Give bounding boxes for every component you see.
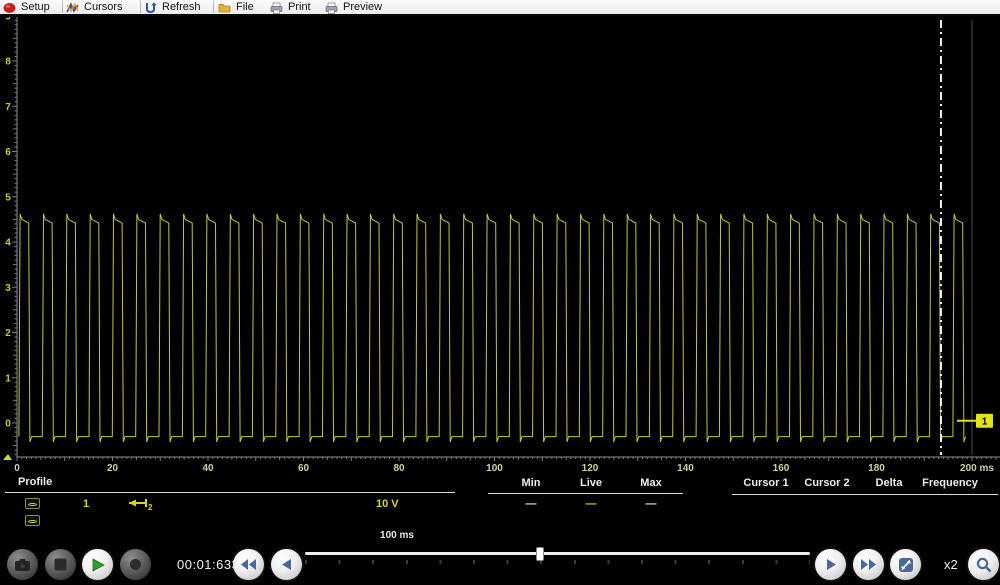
col-header-delta: Delta	[875, 477, 903, 489]
menu-item-cursors[interactable]: Cursors	[66, 0, 123, 14]
col-header-frequency: Frequency	[922, 477, 978, 489]
stop-button[interactable]	[45, 549, 76, 580]
scope-plot[interactable]: 0 1 2 3 4 5 6 7 8 9 0 20 40 60 80 100 120 140 160 180 200 ms…	[0, 17, 1000, 475]
y-tick-label: 4	[5, 238, 11, 249]
refresh-icon	[144, 1, 157, 14]
divider	[488, 493, 683, 494]
fast-forward-button[interactable]	[853, 549, 884, 580]
menu-label-preview: Preview	[343, 1, 383, 13]
col-header-cursor1: Cursor 1	[743, 477, 789, 489]
max-value: —	[645, 498, 657, 510]
menu-label-file: File	[236, 1, 254, 13]
timeline-thumb[interactable]	[535, 547, 544, 561]
camera-button[interactable]	[7, 549, 38, 580]
channel-1-visibility-icon[interactable]	[25, 498, 40, 509]
menu-item-preview[interactable]: Preview	[325, 0, 382, 14]
menu-item-setup[interactable]: Setup	[3, 0, 50, 14]
col-header-min: Min	[521, 477, 541, 489]
x-tick-label: 80	[393, 463, 405, 474]
y-tick-label: 7	[5, 102, 11, 113]
menu-item-file[interactable]: File	[218, 0, 254, 14]
y-tick-label: 2	[5, 328, 11, 339]
app-icon	[3, 1, 16, 13]
x-tick-label: 60	[298, 463, 310, 474]
col-header-cursor2: Cursor 2	[804, 477, 850, 489]
rewind-button[interactable]	[233, 549, 264, 580]
col-header-live: Live	[579, 477, 603, 489]
step-back-button[interactable]	[271, 549, 302, 580]
y-tick-label: 6	[5, 147, 11, 158]
timebase-label: 100 ms	[380, 530, 414, 541]
menu-label-refresh: Refresh	[162, 1, 201, 13]
x-tick-label: 0	[14, 463, 20, 474]
timeline-ticks	[305, 560, 810, 564]
channel-number: 1	[83, 498, 90, 510]
voltage-range: 10 V	[376, 498, 399, 510]
menu-separator	[62, 1, 63, 13]
y-tick-label: 3	[5, 283, 11, 294]
play-button[interactable]	[82, 549, 113, 580]
cursors-icon	[66, 1, 79, 13]
x-tick-label: 180	[868, 463, 885, 474]
expand-view-button[interactable]	[890, 549, 921, 580]
x-tick-label: 20	[107, 463, 119, 474]
y-tick-label: 8	[5, 57, 11, 68]
time-display: 00:01:633	[177, 557, 240, 572]
x-tick-label: 40	[202, 463, 214, 474]
magnifier-button[interactable]	[968, 549, 999, 580]
record-button[interactable]	[120, 549, 151, 580]
y-tick-label: 5	[5, 192, 11, 203]
y-tick-label: 9	[5, 17, 11, 22]
profile-header: Profile	[18, 476, 53, 488]
divider	[5, 492, 455, 493]
live-value: —	[585, 498, 597, 510]
x-tick-label: 200 ms	[960, 463, 994, 474]
timeline-slider[interactable]	[305, 552, 810, 555]
menu-separator	[213, 1, 214, 13]
min-value: —	[525, 498, 537, 510]
menu-item-print[interactable]: Print	[270, 0, 311, 14]
menu-item-refresh[interactable]: Refresh	[144, 0, 201, 14]
x-tick-label: 120	[582, 463, 599, 474]
zoom-factor-label: x2	[944, 557, 958, 572]
channel-2-visibility-icon[interactable]	[25, 515, 40, 526]
x-tick-label: 140	[677, 463, 694, 474]
svg-text:2: 2	[148, 503, 153, 511]
divider	[732, 494, 998, 495]
channel-marker-label: 1	[982, 417, 988, 428]
x-tick-label: 100	[486, 463, 503, 474]
step-forward-button[interactable]	[815, 549, 846, 580]
preview-icon	[325, 1, 338, 14]
menu-label-cursors: Cursors	[84, 1, 123, 13]
trigger-marker-icon: 2	[126, 497, 154, 512]
waveform-channel-1	[18, 213, 967, 443]
oscilloscope-app: Setup Cursors Refresh File Print Preview…	[0, 0, 1000, 585]
printer-icon	[270, 1, 283, 14]
ground-marker	[3, 454, 12, 460]
menu-bar: Setup Cursors Refresh File Print Preview	[0, 0, 1000, 16]
y-tick-label: 0	[5, 419, 11, 430]
x-tick-label: 160	[773, 463, 790, 474]
menu-label-print: Print	[288, 1, 311, 13]
menu-separator	[140, 1, 141, 13]
folder-icon	[218, 1, 231, 13]
y-tick-label: 1	[5, 373, 11, 384]
menu-label-setup: Setup	[21, 1, 50, 13]
col-header-max: Max	[640, 477, 662, 489]
